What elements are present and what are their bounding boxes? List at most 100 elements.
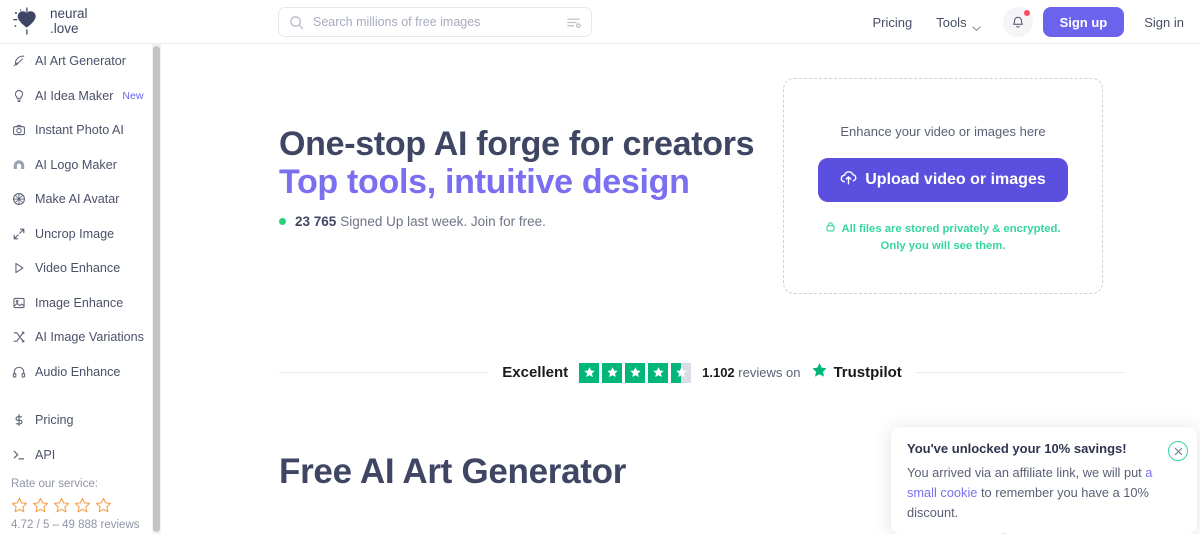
sidebar-item-label: API [35, 447, 56, 462]
sidebar-item-label: Image Enhance [35, 295, 124, 310]
sidebar-item-instant-photo-ai[interactable]: Instant Photo AI [0, 113, 160, 148]
nav-tools-label: Tools [936, 14, 967, 30]
sidebar-item-ai-image-variations[interactable]: AI Image Variations [0, 320, 160, 355]
trustpilot-brand-label: Trustpilot [833, 364, 902, 381]
sidebar-item-pricing[interactable]: Pricing [0, 403, 160, 438]
arch-logo-icon [11, 157, 26, 172]
trustpilot-rating-word: Excellent [502, 364, 569, 381]
status-dot-icon [279, 218, 286, 225]
search-input[interactable] [313, 15, 566, 29]
play-triangle-icon [11, 261, 26, 276]
terminal-icon [11, 447, 26, 462]
upload-cloud-icon [840, 169, 857, 191]
logo-text: neural .love [50, 5, 88, 36]
sign-up-button[interactable]: Sign up [1042, 7, 1125, 37]
sidebar-item-uncrop-image[interactable]: Uncrop Image [0, 217, 160, 252]
trustpilot-row: Excellent 1.102 reviews on Trustpilot [279, 362, 1126, 383]
sidebar-item-label: AI Idea Maker [35, 88, 114, 103]
star-icon[interactable] [53, 497, 70, 514]
nav-tools[interactable]: Tools [924, 14, 992, 31]
divider-left [279, 372, 489, 373]
trustpilot-star-box-half [671, 362, 692, 383]
notifications-button[interactable] [1002, 7, 1033, 37]
feather-icon [11, 54, 26, 69]
logo-line2: .love [50, 20, 79, 36]
hero-line-2: Top tools, intuitive design [279, 163, 690, 202]
sidebar-item-api[interactable]: API [0, 438, 160, 473]
page-title: One-stop AI forge for creators Top tools… [279, 125, 799, 201]
header-nav: Pricing Tools Sign up Sign in [860, 0, 1184, 44]
trustpilot-star-box [579, 362, 600, 383]
trustpilot-star-box [602, 362, 623, 383]
privacy-line-2: Only you will see them. [880, 239, 1006, 252]
notification-dot-badge [1023, 10, 1030, 16]
sidebar-item-audio-enhance[interactable]: Audio Enhance [0, 355, 160, 390]
heart-sparkle-logo-icon [11, 7, 45, 37]
sidebar-item-label: Audio Enhance [35, 364, 121, 379]
toast-body-part1: You arrived via an affiliate link, we wi… [907, 465, 1146, 480]
sidebar-item-label: AI Art Generator [35, 54, 126, 69]
rating-title: Rate our service: [11, 478, 98, 490]
sidebar-scrollbar-thumb[interactable] [153, 46, 160, 532]
trustpilot-reviews-text: reviews on [738, 365, 801, 380]
upload-dropzone[interactable]: Enhance your video or images here Upload… [783, 78, 1103, 294]
sidebar-item-ai-logo-maker[interactable]: AI Logo Maker [0, 148, 160, 183]
page-root: neural .love Pricing Tools [0, 0, 1200, 534]
upload-button-label: Upload video or images [865, 171, 1046, 188]
sidebar-divider-gap [0, 389, 160, 403]
sign-in-link[interactable]: Sign in [1124, 15, 1184, 30]
signup-stat: 23 765 Signed Up last week. Join for fre… [279, 214, 546, 229]
discount-toast: You've unlocked your 10% savings! You ar… [891, 427, 1197, 534]
signup-count: 23 765 [295, 214, 337, 229]
rating-block: Rate our service: 4.72 / 5 – 49 888 revi… [0, 472, 160, 531]
lock-icon [825, 221, 836, 238]
chevron-down-icon [971, 19, 981, 31]
signup-text: Signed Up last week. Join for free. [340, 214, 546, 229]
logo[interactable]: neural .love [0, 5, 160, 37]
trustpilot-star-icon [811, 362, 828, 383]
sidebar-badge-new: New [122, 89, 144, 102]
trustpilot-star-box [625, 362, 646, 383]
shuffle-icon [11, 330, 26, 345]
filter-settings-icon[interactable] [566, 15, 581, 30]
divider-right [915, 372, 1126, 373]
rating-stars[interactable] [11, 497, 160, 514]
star-icon[interactable] [95, 497, 112, 514]
sidebar-item-label: AI Logo Maker [35, 157, 117, 172]
section-title: Free AI Art Generator [279, 452, 627, 491]
trustpilot-widget[interactable]: Excellent 1.102 reviews on Trustpilot [502, 362, 902, 383]
sidebar-item-label: Instant Photo AI [35, 123, 124, 138]
sidebar-item-label: Pricing [35, 413, 74, 428]
sidebar-item-label: Video Enhance [35, 261, 121, 276]
upload-caption: Enhance your video or images here [840, 124, 1046, 139]
sidebar-item-label: Make AI Avatar [35, 192, 120, 207]
toast-body: You arrived via an affiliate link, we wi… [907, 463, 1181, 522]
trustpilot-reviews-count: 1.102 [702, 365, 735, 380]
close-icon[interactable] [1168, 441, 1188, 461]
trustpilot-star-box [648, 362, 669, 383]
globe-avatar-icon [11, 192, 26, 207]
sidebar-item-label: AI Image Variations [35, 330, 144, 345]
dollar-icon [11, 413, 26, 428]
star-icon[interactable] [32, 497, 49, 514]
privacy-note: All files are stored privately & encrypt… [825, 221, 1061, 255]
trustpilot-stars [579, 362, 692, 383]
image-icon [11, 295, 26, 310]
nav-pricing[interactable]: Pricing [860, 15, 924, 30]
search-bar[interactable] [278, 7, 592, 37]
trustpilot-reviews: 1.102 reviews on [702, 365, 800, 380]
star-icon[interactable] [74, 497, 91, 514]
upload-button[interactable]: Upload video or images [818, 158, 1068, 202]
star-icon[interactable] [11, 497, 28, 514]
sidebar-item-ai-idea-maker[interactable]: AI Idea Maker New [0, 79, 160, 114]
camera-icon [11, 123, 26, 138]
sidebar-item-video-enhance[interactable]: Video Enhance [0, 251, 160, 286]
sidebar-item-make-ai-avatar[interactable]: Make AI Avatar [0, 182, 160, 217]
expand-arrows-icon [11, 226, 26, 241]
privacy-line-1: All files are stored privately & encrypt… [841, 223, 1061, 235]
trustpilot-brand[interactable]: Trustpilot [811, 362, 902, 383]
logo-line1: neural [50, 5, 88, 21]
sidebar-item-ai-art-generator[interactable]: AI Art Generator [0, 44, 160, 79]
sidebar-item-image-enhance[interactable]: Image Enhance [0, 286, 160, 321]
rating-summary: 4.72 / 5 – 49 888 reviews [11, 519, 140, 531]
